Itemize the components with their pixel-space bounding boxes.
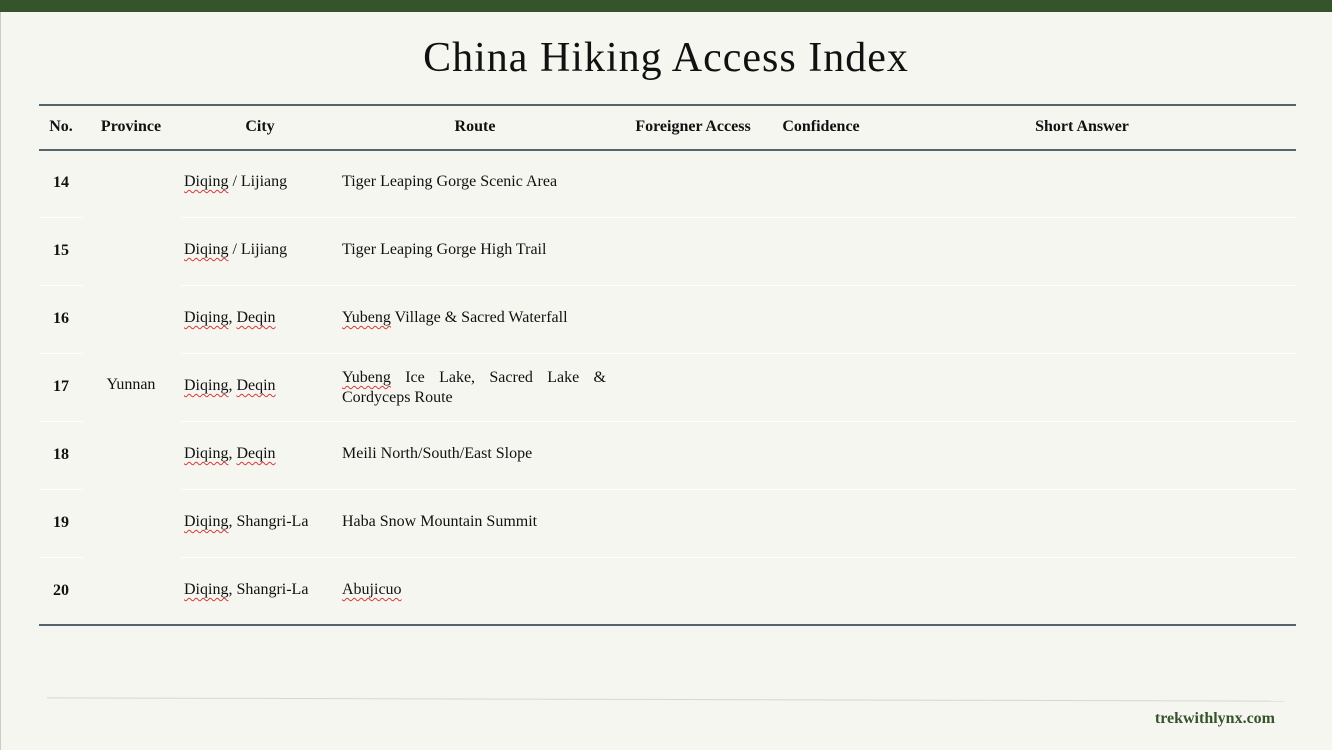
city-suffix: / Lijiang: [228, 241, 288, 258]
city-prefecture: Diqing: [184, 173, 229, 190]
city-cell: Diqing, Deqin: [184, 377, 276, 395]
route-rest: Village & Sacred Waterfall: [390, 309, 568, 326]
city-cell: Diqing, Shangri-La: [184, 581, 308, 599]
city-prefecture: Diqing: [184, 513, 229, 530]
row-number: 19: [53, 514, 69, 531]
city-county: Deqin: [236, 445, 276, 462]
header-confidence: Confidence: [782, 118, 860, 135]
header-route: Route: [454, 118, 496, 135]
route-cell: Tiger Leaping Gorge Scenic Area: [342, 173, 558, 190]
table-row: 14 Diqing / Lijiang Tiger Leaping Gorge …: [39, 150, 1296, 218]
header-no: No.: [49, 118, 73, 135]
city-prefecture: Diqing: [184, 309, 229, 326]
row-number: 15: [53, 242, 69, 259]
city-cell: Diqing, Deqin: [184, 445, 276, 463]
route-cell: Yubeng Ice Lake, Sacred Lake & Cordyceps…: [342, 368, 606, 408]
table-bottom-rule: [39, 624, 1296, 626]
route-cell: Meili North/South/East Slope: [342, 445, 533, 462]
city-prefecture: Diqing: [184, 377, 229, 394]
city-county: Deqin: [236, 377, 276, 394]
city-suffix: , Shangri-La: [228, 581, 309, 598]
city-suffix: , Shangri-La: [228, 513, 309, 530]
row-number: 16: [53, 310, 69, 327]
row-number: 20: [53, 582, 69, 599]
city-prefecture: Diqing: [184, 581, 229, 598]
header-province: Province: [100, 118, 162, 135]
table-row: 19 Diqing, Shangri-La Haba Snow Mountain…: [39, 490, 1296, 558]
city-prefecture: Diqing: [184, 445, 229, 462]
city-prefecture: Diqing: [184, 241, 229, 258]
top-accent-bar: [0, 0, 1332, 12]
row-number: 17: [53, 378, 69, 395]
city-suffix: / Lijiang: [228, 173, 288, 190]
route-cell: Abujicuo: [342, 581, 606, 599]
left-edge-line: [0, 12, 1, 750]
table-row: 15 Diqing / Lijiang Tiger Leaping Gorge …: [39, 218, 1296, 286]
row-number: 14: [53, 174, 69, 191]
table-row: 16 Diqing, Deqin Yubeng Village & Sacred…: [39, 286, 1296, 354]
table-top-rule: [39, 104, 1296, 106]
table-row: 17 Diqing, Deqin Yubeng Ice Lake, Sacred…: [39, 354, 1296, 422]
city-cell: Diqing, Shangri-La: [184, 513, 308, 531]
page-title: China Hiking Access Index: [423, 35, 909, 81]
table-row: 18 Diqing, Deqin Meili North/South/East …: [39, 422, 1296, 490]
route-cell: Haba Snow Mountain Summit: [342, 513, 538, 530]
header-city: City: [245, 118, 275, 135]
route-village: Yubeng: [342, 369, 391, 386]
route-village: Yubeng: [342, 309, 391, 326]
header-foreigner-access: Foreigner Access: [635, 118, 751, 135]
header-short-answer: Short Answer: [1035, 118, 1129, 135]
city-county: Deqin: [236, 309, 276, 326]
route-cell: Yubeng Village & Sacred Waterfall: [342, 309, 606, 327]
table-row: 20 Diqing, Shangri-La Abujicuo: [39, 558, 1296, 626]
city-cell: Diqing / Lijiang: [184, 241, 287, 259]
route-cell: Tiger Leaping Gorge High Trail: [342, 241, 547, 258]
row-number: 18: [53, 446, 69, 463]
footer-website: trekwithlynx.com: [1154, 710, 1275, 727]
city-cell: Diqing / Lijiang: [184, 173, 287, 191]
footer-divider: [47, 697, 1284, 702]
route-village: Abujicuo: [342, 581, 402, 598]
city-cell: Diqing, Deqin: [184, 309, 276, 327]
